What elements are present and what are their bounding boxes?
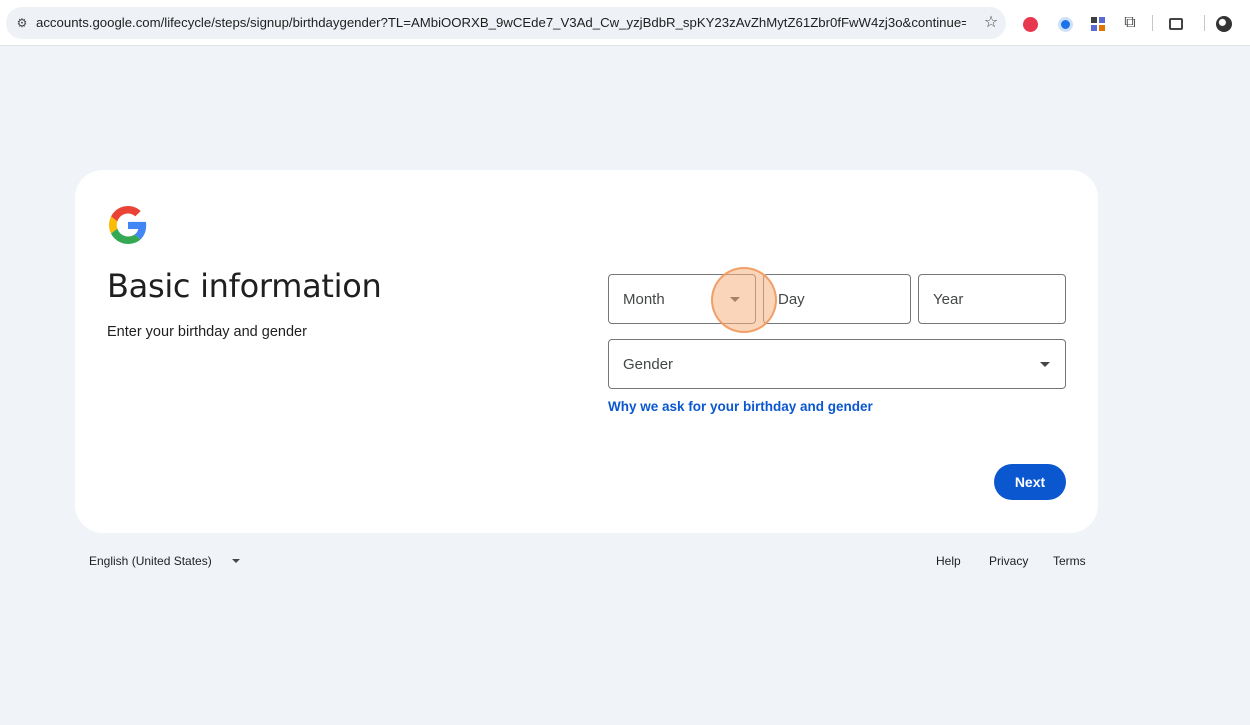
toolbar-divider <box>1204 15 1205 31</box>
year-input[interactable]: Year <box>918 274 1066 324</box>
site-info-icon[interactable]: ⚙ <box>14 15 30 31</box>
next-button[interactable]: Next <box>994 464 1066 500</box>
chevron-down-icon[interactable] <box>1040 362 1050 367</box>
profile-icon[interactable] <box>1214 13 1234 33</box>
page-subtitle: Enter your birthday and gender <box>107 324 307 340</box>
tab-search-icon[interactable] <box>1166 13 1186 33</box>
url-text[interactable]: accounts.google.com/lifecycle/steps/sign… <box>36 15 966 31</box>
puzzle-extensions-icon[interactable]: ⧉ <box>1120 13 1140 33</box>
page-title: Basic information <box>107 267 382 305</box>
year-placeholder: Year <box>933 291 964 308</box>
language-selector[interactable]: English (United States) <box>89 553 212 569</box>
bookmark-star-icon[interactable]: ☆ <box>981 13 1001 33</box>
gender-select[interactable]: Gender <box>608 339 1066 389</box>
day-input[interactable]: Day <box>763 274 911 324</box>
signup-card: Basic information Enter your birthday an… <box>75 170 1098 533</box>
privacy-link[interactable]: Privacy <box>989 553 1028 569</box>
day-placeholder: Day <box>778 291 805 308</box>
chevron-down-icon[interactable] <box>232 559 240 563</box>
extension-icon[interactable] <box>1020 13 1040 33</box>
password-manager-icon[interactable] <box>1055 13 1075 33</box>
browser-toolbar: ⚙ accounts.google.com/lifecycle/steps/si… <box>0 0 1250 46</box>
terms-link[interactable]: Terms <box>1053 553 1086 569</box>
gender-placeholder: Gender <box>623 356 674 373</box>
help-link[interactable]: Help <box>936 553 961 569</box>
google-logo-icon <box>109 206 147 244</box>
grid-extension-icon[interactable] <box>1088 13 1108 33</box>
toolbar-divider <box>1152 15 1153 31</box>
address-bar[interactable]: ⚙ accounts.google.com/lifecycle/steps/si… <box>6 7 1006 39</box>
click-highlight <box>711 267 777 333</box>
why-birthday-gender-link[interactable]: Why we ask for your birthday and gender <box>608 398 873 416</box>
month-placeholder: Month <box>623 291 665 308</box>
